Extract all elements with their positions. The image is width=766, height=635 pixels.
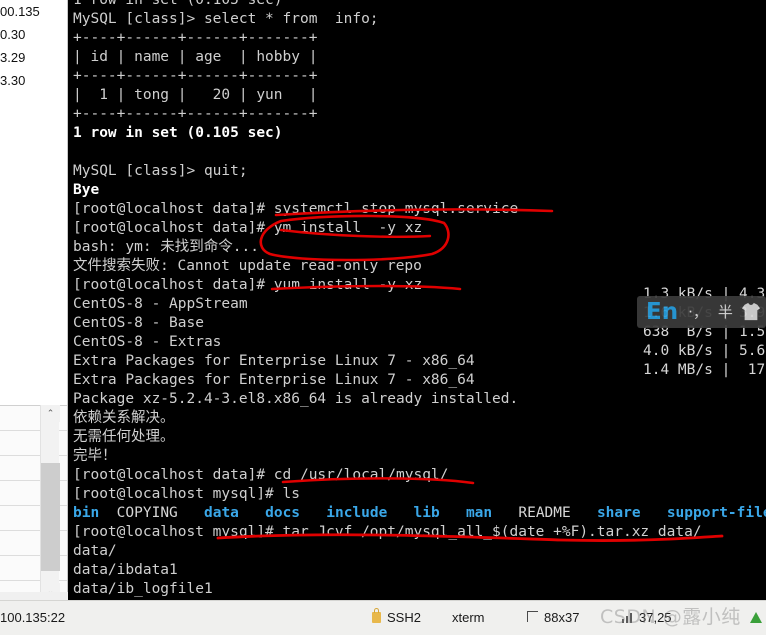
- bars-icon: [622, 612, 632, 623]
- ime-language-indicator[interactable]: En: [641, 297, 683, 327]
- annotation-underline-tar: [216, 533, 724, 542]
- status-terminal-size-label: 88x37: [544, 610, 580, 625]
- status-cursor-position[interactable]: 37,25: [622, 610, 672, 625]
- status-bar: 100.135:22 SSH2 xterm 88x37 37,25: [0, 600, 766, 635]
- annotation-underline-systemctl: [274, 208, 554, 217]
- annotation-strike-ym: [279, 228, 432, 238]
- resize-corner-icon: [527, 611, 538, 622]
- status-terminal-size[interactable]: 88x37: [527, 610, 579, 625]
- ime-width-toggle[interactable]: 半: [713, 297, 738, 327]
- annotation-underline-yum-install: [270, 284, 462, 291]
- ime-floating-toolbar[interactable]: En ·， 半: [637, 296, 766, 328]
- annotation-circle-ym-install: [259, 214, 450, 262]
- status-cursor-position-label: 37,25: [639, 610, 672, 625]
- ssh-client-window: 00.135 0.30 3.29 3.30 ⌃ ⌄ 1 row in set (…: [0, 0, 766, 635]
- lock-icon: [372, 608, 381, 623]
- ime-punctuation-toggle[interactable]: ·，: [683, 297, 713, 327]
- up-arrow-icon[interactable]: [750, 612, 762, 623]
- status-protocol[interactable]: SSH2: [372, 608, 421, 625]
- status-terminal-type-label: xterm: [452, 610, 485, 625]
- status-connection-address: 100.135:22: [0, 610, 66, 625]
- status-protocol-label: SSH2: [387, 610, 421, 625]
- shirt-icon[interactable]: [740, 302, 762, 322]
- annotation-underline-cd: [281, 477, 475, 485]
- status-terminal-type[interactable]: xterm: [452, 610, 485, 625]
